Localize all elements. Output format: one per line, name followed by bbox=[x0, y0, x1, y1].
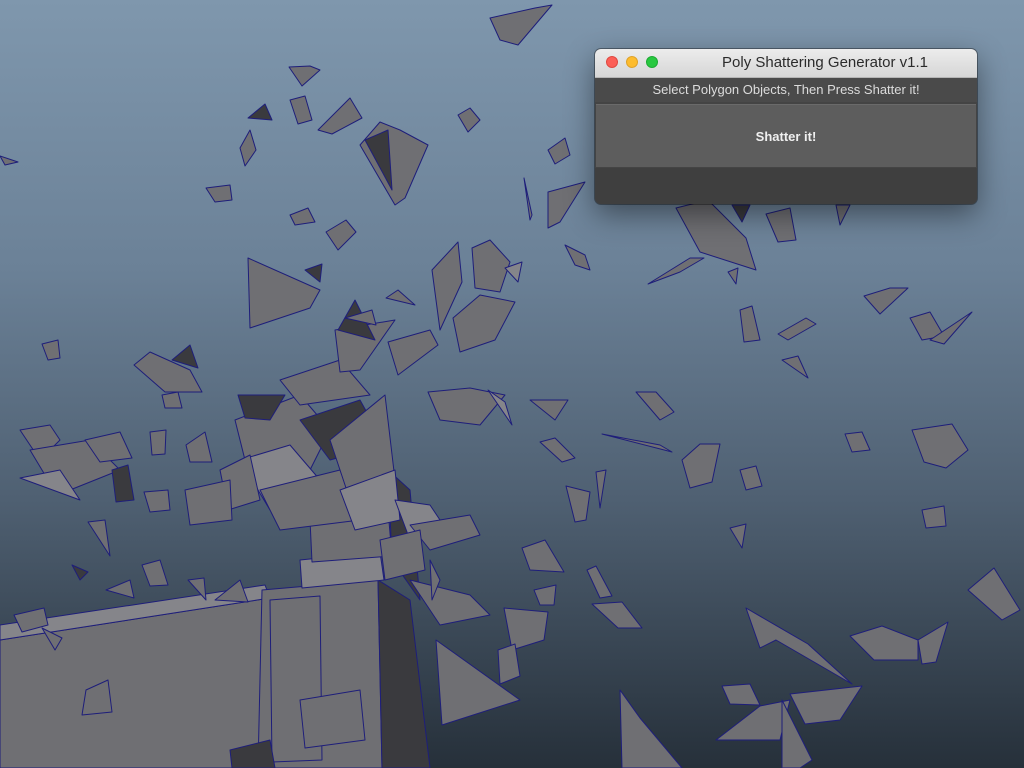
shatter-dialog-window: Poly Shattering Generator v1.1 Select Po… bbox=[595, 49, 977, 204]
title-bar[interactable]: Poly Shattering Generator v1.1 bbox=[595, 49, 977, 78]
minimize-icon[interactable] bbox=[626, 56, 638, 68]
shatter-button[interactable]: Shatter it! bbox=[596, 104, 976, 167]
instruction-label: Select Polygon Objects, Then Press Shatt… bbox=[595, 78, 977, 102]
maximize-icon[interactable] bbox=[646, 56, 658, 68]
close-icon[interactable] bbox=[606, 56, 618, 68]
dialog-footer bbox=[595, 168, 977, 204]
window-title: Poly Shattering Generator v1.1 bbox=[722, 54, 928, 71]
